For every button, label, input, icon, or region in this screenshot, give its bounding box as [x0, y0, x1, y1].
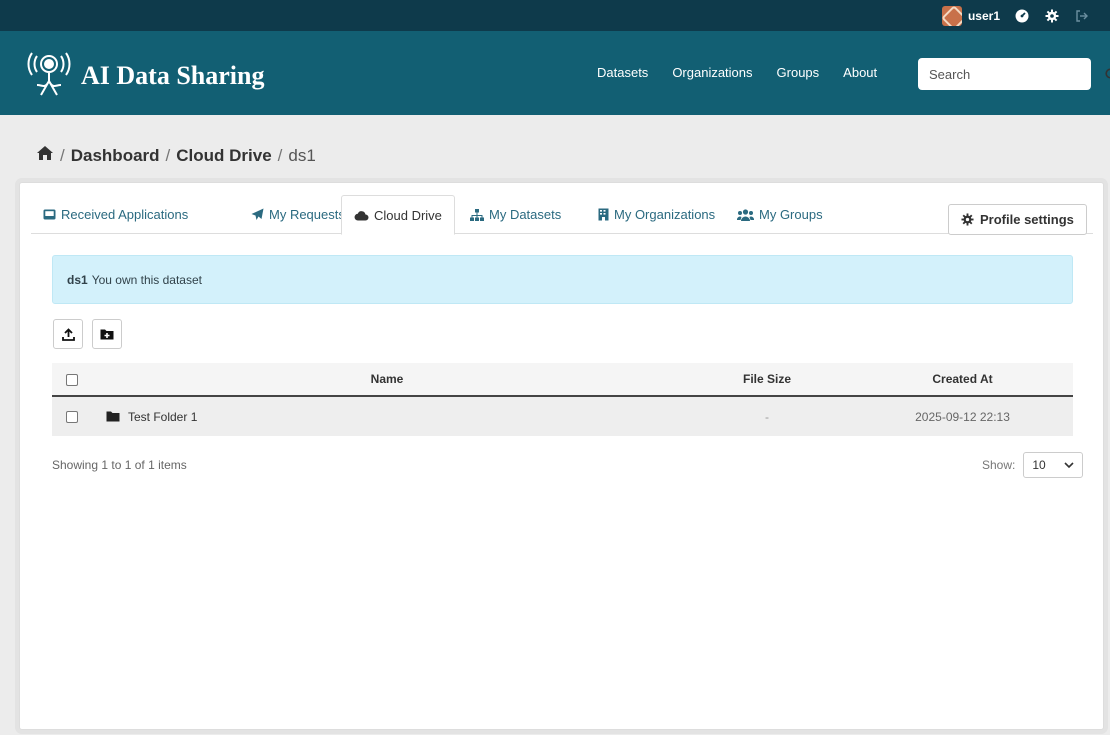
page-size-value: 10 — [1032, 458, 1046, 472]
main-panel: Received Applications My Requests Cloud … — [19, 182, 1104, 730]
building-icon — [598, 208, 609, 221]
row-checkbox[interactable] — [66, 411, 78, 424]
masthead: AI Data Sharing Datasets Organizations G… — [0, 31, 1110, 115]
tab-bar: Received Applications My Requests Cloud … — [31, 195, 1093, 235]
tab-label: My Datasets — [489, 207, 562, 222]
tab-received-applications[interactable]: Received Applications — [31, 195, 200, 234]
breadcrumb-dashboard[interactable]: Dashboard — [71, 146, 160, 166]
search-button[interactable] — [1105, 59, 1110, 89]
header-file-size[interactable]: File Size — [682, 363, 852, 397]
profile-settings-button[interactable]: Profile settings — [948, 204, 1087, 235]
tab-label: My Groups — [759, 207, 823, 222]
page-size-control: Show: 10 — [982, 452, 1084, 478]
username: user1 — [967, 8, 1000, 23]
tab-my-requests[interactable]: My Requests — [239, 195, 357, 234]
main-nav: Datasets Organizations Groups About — [597, 65, 877, 80]
new-folder-button[interactable] — [92, 319, 122, 349]
search-box — [918, 58, 1110, 90]
breadcrumb: / Dashboard / Cloud Drive / ds1 — [36, 145, 316, 166]
tab-cloud-drive[interactable]: Cloud Drive — [341, 195, 455, 235]
alert-message: You own this dataset — [91, 272, 202, 287]
home-icon[interactable] — [36, 145, 54, 166]
inbox-icon — [43, 209, 56, 220]
profile-settings-label: Profile settings — [980, 212, 1074, 227]
nav-groups[interactable]: Groups — [777, 65, 820, 80]
file-created-at: 2025-09-12 22:13 — [852, 396, 1073, 436]
header-name[interactable]: Name — [92, 363, 682, 397]
folder-plus-icon — [100, 329, 114, 340]
dashboard-icon[interactable] — [1014, 8, 1030, 24]
file-size: - — [682, 396, 852, 436]
ownership-alert: ds1 You own this dataset — [52, 255, 1073, 304]
table-row[interactable]: Test Folder 1 - 2025-09-12 22:13 — [52, 396, 1073, 436]
brand-title: AI Data Sharing — [81, 60, 265, 90]
table-header-row: Name File Size Created At — [52, 363, 1073, 397]
show-label: Show: — [982, 458, 1016, 472]
tab-label: My Requests — [269, 207, 345, 222]
pagination-summary: Showing 1 to 1 of 1 items — [52, 458, 187, 472]
nav-about[interactable]: About — [843, 65, 877, 80]
search-input[interactable] — [918, 58, 1105, 90]
gear-icon[interactable] — [1044, 8, 1060, 24]
tab-label: My Organizations — [614, 207, 716, 222]
page-size-select[interactable]: 10 — [1023, 452, 1084, 478]
breadcrumb-separator: / — [277, 145, 283, 165]
search-icon — [1105, 67, 1110, 79]
tab-my-groups[interactable]: My Groups — [725, 195, 835, 234]
upload-button[interactable] — [53, 319, 83, 349]
alert-dataset-name: ds1 — [67, 272, 88, 287]
avatar — [941, 5, 962, 26]
logout-icon[interactable] — [1074, 8, 1090, 24]
sitemap-icon — [470, 208, 484, 221]
brand[interactable]: AI Data Sharing — [27, 51, 264, 100]
tab-label: Received Applications — [61, 207, 189, 222]
nav-organizations[interactable]: Organizations — [672, 65, 752, 80]
tab-my-organizations[interactable]: My Organizations — [586, 195, 727, 234]
select-all-checkbox[interactable] — [66, 373, 78, 386]
nav-datasets[interactable]: Datasets — [597, 65, 648, 80]
upload-icon — [61, 327, 75, 341]
user-menu[interactable]: user1 — [941, 5, 1000, 26]
account-bar: user1 — [0, 0, 1110, 31]
file-toolbar — [53, 319, 122, 349]
cloud-icon — [354, 210, 369, 221]
paper-plane-icon — [251, 208, 264, 220]
header-created-at[interactable]: Created At — [852, 363, 1073, 397]
logo-icon — [27, 51, 71, 100]
tab-label: Cloud Drive — [374, 207, 442, 223]
breadcrumb-cloud-drive[interactable]: Cloud Drive — [176, 146, 271, 166]
folder-icon — [106, 411, 120, 422]
file-name: Test Folder 1 — [128, 409, 198, 424]
breadcrumb-separator: / — [165, 145, 171, 165]
gear-icon — [961, 213, 974, 226]
file-name-link[interactable]: Test Folder 1 — [92, 410, 682, 424]
tab-my-datasets[interactable]: My Datasets — [458, 195, 573, 234]
users-icon — [737, 208, 754, 221]
chevron-down-icon — [1064, 461, 1074, 468]
breadcrumb-separator: / — [60, 145, 65, 165]
breadcrumb-current: ds1 — [288, 145, 316, 165]
file-table: Name File Size Created At Test Folder 1 … — [52, 363, 1073, 436]
